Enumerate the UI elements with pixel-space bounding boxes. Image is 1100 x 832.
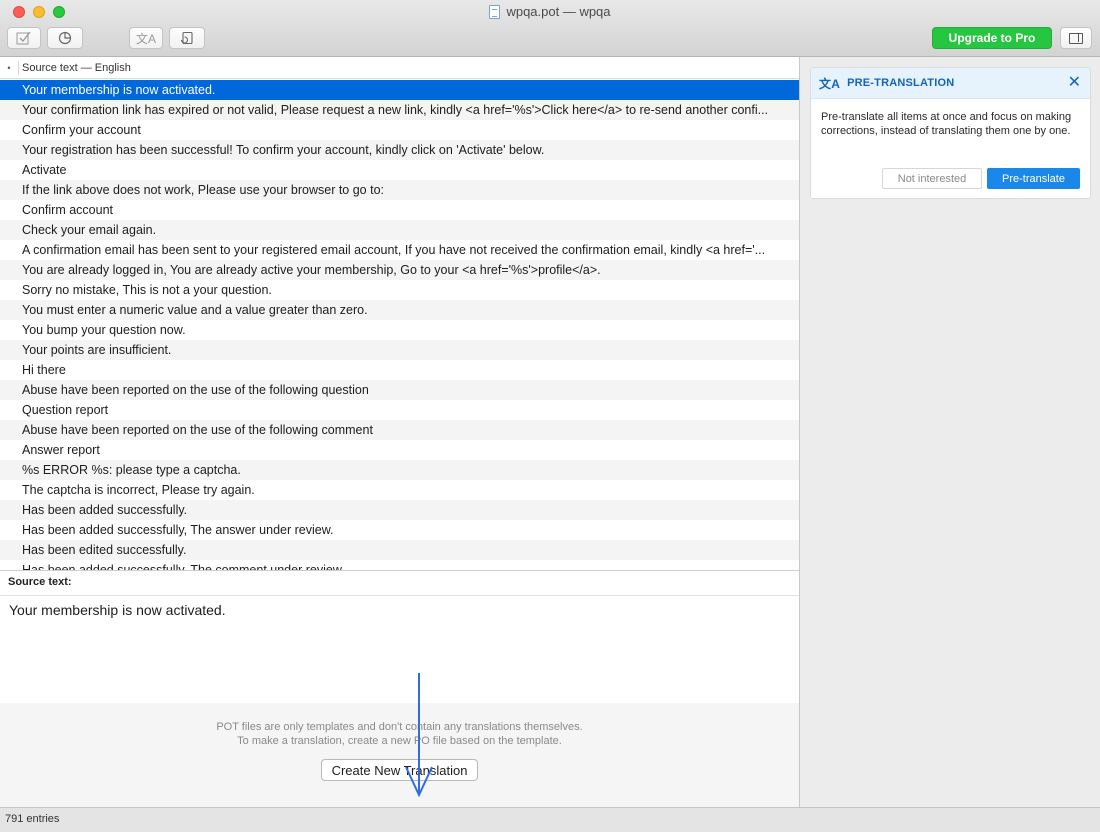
list-column-header[interactable]: • Source text — English	[0, 57, 799, 79]
translate-icon: 文A	[135, 31, 156, 46]
source-text-label: Source text:	[8, 576, 72, 588]
list-item[interactable]: Has been edited successfully.	[0, 540, 799, 560]
list-item[interactable]: The captcha is incorrect, Please try aga…	[0, 480, 799, 500]
list-item[interactable]: Your membership is now activated.	[0, 80, 799, 100]
statistics-button[interactable]	[47, 27, 83, 49]
sidebar: 文A PRE-TRANSLATION ✕ Pre-translate all i…	[800, 57, 1100, 807]
window-title: wpqa.pot — wpqa	[0, 4, 1100, 19]
pretranslation-title: PRE-TRANSLATION	[847, 77, 955, 89]
pretranslation-card: 文A PRE-TRANSLATION ✕ Pre-translate all i…	[810, 67, 1091, 199]
notice-line-2: To make a translation, create a new PO f…	[237, 735, 562, 747]
upgrade-to-pro-button[interactable]: Upgrade to Pro	[932, 27, 1052, 49]
list-item[interactable]: Abuse have been reported on the use of t…	[0, 380, 799, 400]
list-item[interactable]: %s ERROR %s: please type a captcha.	[0, 460, 799, 480]
list-item[interactable]: If the link above does not work, Please …	[0, 180, 799, 200]
status-column-icon: •	[7, 62, 11, 73]
pretranslate-toolbar-button[interactable]: 文A	[129, 27, 163, 49]
annotation-arrow-icon	[405, 673, 433, 798]
list-item[interactable]: Abuse have been reported on the use of t…	[0, 420, 799, 440]
list-item[interactable]: Has been added successfully, The answer …	[0, 520, 799, 540]
entries-count: 791 entries	[5, 813, 60, 825]
list-item[interactable]: A confirmation email has been sent to yo…	[0, 240, 799, 260]
pane-divider[interactable]	[0, 570, 799, 571]
document-icon	[489, 4, 501, 19]
checkbox-icon	[16, 31, 31, 45]
refresh-doc-icon	[180, 31, 193, 45]
pie-chart-icon	[58, 31, 72, 45]
list-item[interactable]: You bump your question now.	[0, 320, 799, 340]
pretranslate-button[interactable]: Pre-translate	[987, 168, 1080, 189]
title-bar: wpqa.pot — wpqa 文A Upgrade to Pro	[0, 0, 1100, 57]
list-item[interactable]: Has been added successfully.	[0, 500, 799, 520]
list-item[interactable]: Confirm your account	[0, 120, 799, 140]
sidebar-icon	[1069, 32, 1083, 44]
status-bar: 791 entries	[0, 807, 1100, 832]
not-interested-button[interactable]: Not interested	[882, 168, 982, 189]
pretranslation-actions: Not interested Pre-translate	[882, 168, 1080, 189]
list-item[interactable]: Your points are insufficient.	[0, 340, 799, 360]
list-item[interactable]: Your confirmation link has expired or no…	[0, 100, 799, 120]
list-item[interactable]: Question report	[0, 400, 799, 420]
source-text-column-title: Source text — English	[22, 61, 131, 74]
pretranslation-description: Pre-translate all items at once and focu…	[821, 111, 1072, 137]
list-item[interactable]: Hi there	[0, 360, 799, 380]
source-separator	[0, 595, 799, 596]
translate-icon: 文A	[819, 76, 841, 91]
list-item[interactable]: Activate	[0, 160, 799, 180]
source-text-value: Your membership is now activated.	[9, 602, 226, 618]
column-separator	[18, 60, 19, 75]
pot-notice: POT files are only templates and don't c…	[0, 703, 799, 807]
list-item[interactable]: You are already logged in, You are alrea…	[0, 260, 799, 280]
list-item[interactable]: Check your email again.	[0, 220, 799, 240]
validate-button[interactable]	[7, 27, 41, 49]
create-new-translation-button[interactable]: Create New Translation	[321, 759, 478, 781]
window-title-text: wpqa.pot — wpqa	[506, 4, 611, 19]
list-item[interactable]: Confirm account	[0, 200, 799, 220]
update-from-source-button[interactable]	[169, 27, 205, 49]
list-item[interactable]: Answer report	[0, 440, 799, 460]
list-item[interactable]: Sorry no mistake, This is not a your que…	[0, 280, 799, 300]
list-item[interactable]: You must enter a numeric value and a val…	[0, 300, 799, 320]
notice-line-1: POT files are only templates and don't c…	[216, 721, 583, 733]
pretranslation-header: 文A PRE-TRANSLATION	[811, 68, 1090, 99]
toggle-sidebar-button[interactable]	[1060, 27, 1092, 49]
entries-pane: • Source text — English Your membership …	[0, 57, 799, 807]
entries-list[interactable]: Your membership is now activated. Your co…	[0, 80, 799, 570]
list-item[interactable]: Your registration has been successful! T…	[0, 140, 799, 160]
close-icon[interactable]: ✕	[1068, 74, 1081, 92]
list-item[interactable]: Has been added successfully, The comment…	[0, 560, 799, 570]
